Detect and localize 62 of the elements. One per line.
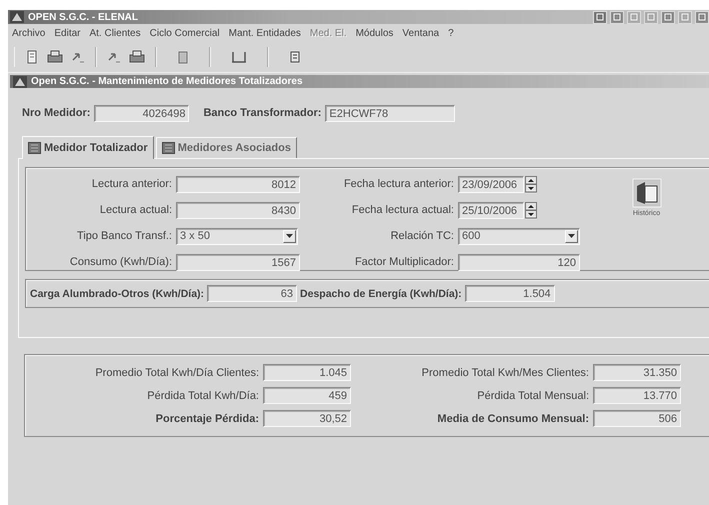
field-label: Promedio Total Kwh/Mes Clientes:: [420, 366, 589, 378]
child-window-title: Open S.G.C. - Mantenimiento de Medidores Totalizadores: [31, 76, 303, 87]
date-field[interactable]: 25/10/2006: [458, 202, 524, 218]
input-field[interactable]: 506: [593, 410, 681, 427]
field-label: Promedio Total Kwh/Día Clientes:: [94, 366, 259, 378]
menu-item[interactable]: Editar: [54, 28, 80, 39]
field-label: Carga Alumbrado-Otros (Kwh/Día):: [30, 288, 204, 300]
input-field[interactable]: 8430: [176, 202, 300, 218]
dropdown-field[interactable]: 3 x 50: [176, 228, 298, 244]
window-control-icon[interactable]: [695, 10, 709, 24]
field-label: Lectura anterior:: [90, 178, 172, 190]
input-field[interactable]: 13.770: [593, 387, 681, 404]
field-label: Tipo Banco Transf.:: [76, 230, 172, 242]
field-label: Media de Consumo Mensual:: [436, 412, 589, 424]
input-field[interactable]: 1.504: [464, 285, 555, 302]
date-field[interactable]: 23/09/2006: [458, 176, 524, 192]
dropdown-field[interactable]: 600: [458, 228, 580, 244]
document-icon[interactable]: [177, 50, 189, 64]
menu-item[interactable]: ?: [448, 28, 454, 39]
list-icon: [28, 142, 41, 154]
app-logo-icon: [13, 76, 27, 88]
menu-item[interactable]: Ciclo Comercial: [150, 28, 220, 39]
field-label: Pérdida Total Mensual:: [476, 390, 589, 402]
input-field[interactable]: 1567: [176, 254, 300, 270]
input-field[interactable]: 30,52: [263, 410, 351, 427]
window-title: OPEN S.G.C. - ELENAL: [28, 12, 140, 22]
field-label: Nro Medidor:: [22, 107, 90, 119]
spinner-icon[interactable]: [525, 202, 537, 218]
tab[interactable]: Medidor Totalizador: [22, 136, 154, 159]
window-control-icon[interactable]: [610, 10, 624, 24]
spinner-icon[interactable]: [525, 176, 537, 192]
field-label: Lectura actual:: [98, 204, 172, 216]
field-label: Factor Multiplicador:: [354, 256, 454, 268]
field-label: Fecha lectura actual:: [350, 204, 454, 216]
input-field[interactable]: 4026498: [94, 104, 190, 122]
tab[interactable]: Medidores Asociados: [156, 137, 297, 158]
input-field[interactable]: 120: [458, 254, 580, 270]
page-icon[interactable]: [25, 50, 39, 64]
window-control-icon[interactable]: [661, 10, 675, 24]
field-label: Pérdida Total Kwh/Día:: [146, 390, 259, 402]
frame-icon[interactable]: [231, 50, 247, 64]
window-control-icon[interactable]: [593, 10, 607, 24]
input-field[interactable]: 459: [263, 387, 351, 404]
input-field[interactable]: 1.045: [263, 364, 351, 381]
field-label: Banco Transformador:: [203, 107, 322, 119]
field-label: Fecha lectura anterior:: [342, 178, 454, 190]
input-field[interactable]: 31.350: [593, 364, 681, 381]
field-label: Relación TC:: [390, 230, 454, 242]
list-icon: [162, 142, 175, 154]
field-label: Porcentaje Pérdida:: [154, 412, 259, 424]
printer-icon[interactable]: [129, 50, 145, 64]
input-field[interactable]: E2HCWF78: [325, 104, 456, 122]
input-field[interactable]: 63: [207, 285, 298, 302]
field-label: Consumo (Kwh/Día):: [68, 256, 172, 268]
menu-item[interactable]: Ventana: [402, 28, 440, 39]
menu-item[interactable]: Mant. Entidades: [228, 28, 301, 39]
printer-icon[interactable]: [47, 50, 63, 64]
input-field[interactable]: 8012: [176, 176, 300, 192]
menu-item[interactable]: Módulos: [356, 28, 394, 39]
menu-item[interactable]: At. Clientes: [89, 28, 141, 39]
field-label: Despacho de Energía (Kwh/Día):: [300, 288, 462, 300]
menu-item[interactable]: Archivo: [12, 28, 46, 39]
